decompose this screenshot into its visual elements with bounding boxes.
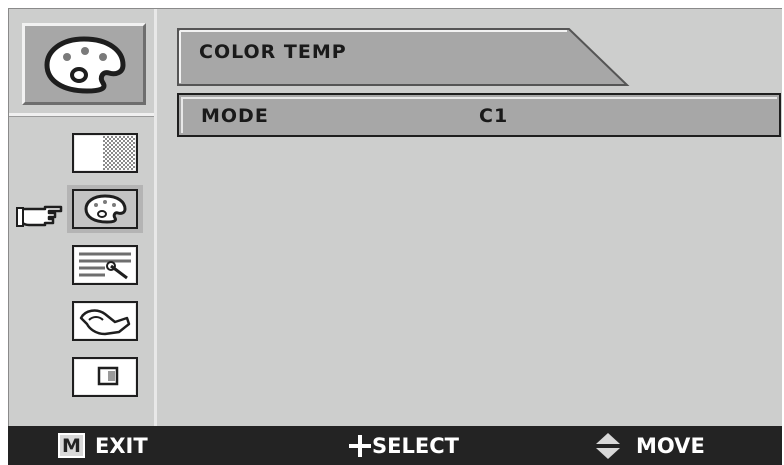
- palette-icon: [44, 36, 126, 94]
- sidebar-item-pip[interactable]: [67, 353, 143, 401]
- select-label: SELECT: [372, 433, 459, 458]
- move-hint: MOVE: [594, 426, 705, 465]
- exit-hint: M EXIT: [58, 426, 148, 465]
- sidebar-item-gesture[interactable]: [67, 297, 143, 345]
- mode-label: MODE: [201, 105, 269, 127]
- sidebar-item-setup[interactable]: [67, 241, 143, 289]
- page-title: COLOR TEMP: [199, 41, 347, 63]
- pointing-hand-icon: [15, 199, 65, 229]
- settings-tools-icon: [72, 245, 138, 285]
- current-category-icon: [22, 23, 146, 105]
- menu-key-icon: M: [58, 433, 85, 458]
- plus-icon: [349, 434, 371, 457]
- osd-menu: COLOR TEMP MODE C1: [8, 8, 782, 427]
- exit-label: EXIT: [95, 433, 148, 458]
- picture-pattern-icon: [72, 133, 138, 173]
- footer-bar: M EXIT SELECT MOVE: [8, 426, 782, 465]
- sidebar-item-color[interactable]: [67, 185, 143, 233]
- up-down-arrows-icon: [596, 432, 620, 459]
- sidebar-divider: [9, 113, 154, 117]
- select-hint: SELECT: [348, 426, 459, 465]
- pip-window-icon: [72, 357, 138, 397]
- sidebar-item-picture[interactable]: [67, 129, 143, 177]
- sidebar: [9, 9, 157, 427]
- palette-icon: [72, 189, 138, 229]
- mode-value: C1: [479, 105, 509, 127]
- move-label: MOVE: [636, 433, 705, 458]
- header-tab: COLOR TEMP: [177, 27, 637, 89]
- hand-icon: [72, 301, 138, 341]
- mode-row[interactable]: MODE C1: [177, 93, 781, 137]
